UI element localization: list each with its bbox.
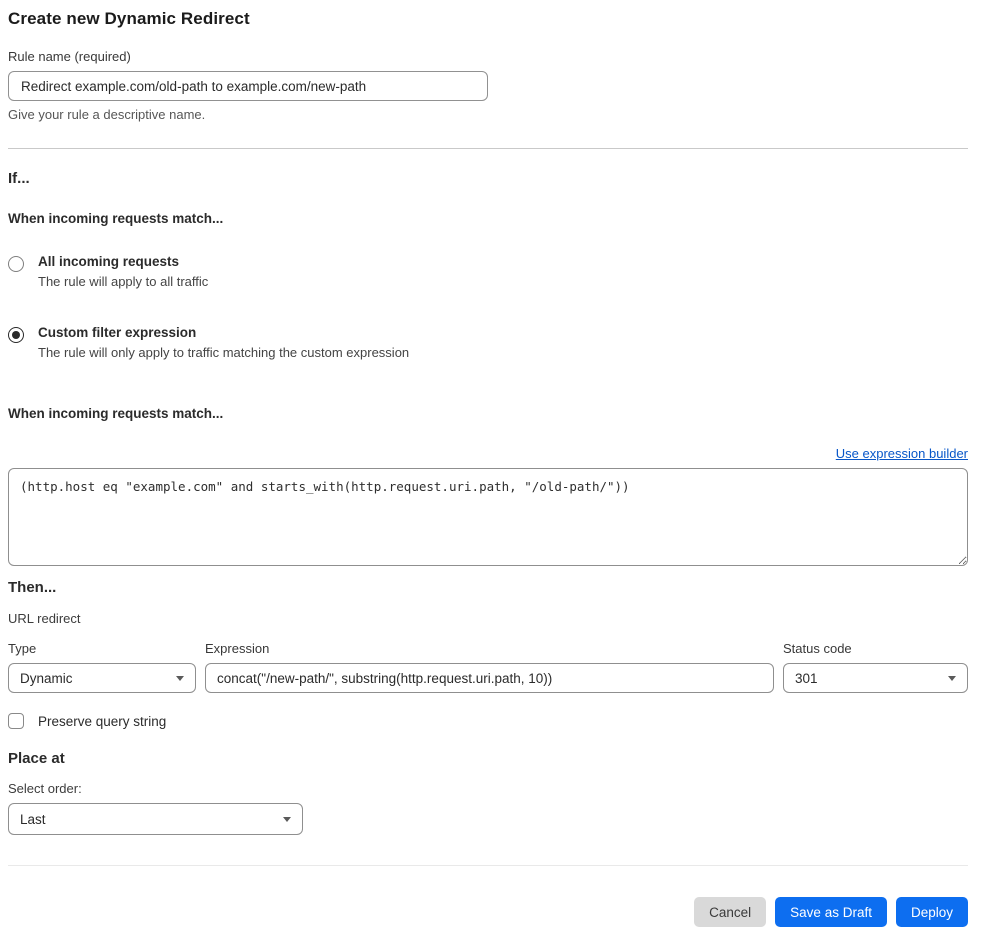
- radio-label-all-requests: All incoming requests: [38, 254, 180, 269]
- type-select[interactable]: Dynamic: [8, 663, 196, 693]
- checkbox-unchecked-icon[interactable]: [8, 713, 24, 729]
- expression-label: Expression: [205, 641, 270, 656]
- status-code-select-value: 301: [795, 670, 818, 686]
- footer-divider: [8, 865, 968, 866]
- section-divider: [8, 148, 968, 149]
- status-code-label: Status code: [783, 641, 852, 656]
- filter-expression-textarea[interactable]: (http.host eq "example.com" and starts_w…: [8, 468, 968, 566]
- rule-name-input[interactable]: [8, 71, 488, 101]
- radio-selected-icon[interactable]: [8, 327, 24, 343]
- preserve-query-string-label: Preserve query string: [38, 713, 167, 729]
- deploy-button[interactable]: Deploy: [895, 897, 968, 927]
- place-at-heading: Place at: [8, 750, 65, 767]
- radio-desc-custom-filter: The rule will only apply to traffic matc…: [38, 345, 410, 360]
- radio-option-custom-filter[interactable]: Custom filter expression The rule will o…: [8, 325, 968, 360]
- chevron-down-icon: [948, 675, 956, 681]
- footer-actions: Cancel Save as Draft Deploy: [8, 897, 968, 927]
- expression-heading: When incoming requests match...: [8, 406, 224, 421]
- redirect-expression-input[interactable]: [205, 663, 774, 693]
- use-expression-builder-link[interactable]: Use expression builder: [836, 446, 968, 461]
- type-select-value: Dynamic: [20, 670, 73, 686]
- rule-name-help: Give your rule a descriptive name.: [8, 107, 206, 122]
- order-select[interactable]: Last: [8, 803, 303, 835]
- save-as-draft-button[interactable]: Save as Draft: [775, 897, 887, 927]
- status-code-select[interactable]: 301: [783, 663, 968, 693]
- page-title: Create new Dynamic Redirect: [8, 9, 250, 28]
- create-redirect-form: Create new Dynamic Redirect Rule name (r…: [8, 9, 968, 927]
- select-order-label: Select order:: [8, 781, 82, 796]
- radio-option-all-requests[interactable]: All incoming requests The rule will appl…: [8, 254, 968, 289]
- type-label: Type: [8, 641, 37, 656]
- preserve-query-string-option[interactable]: Preserve query string: [8, 713, 968, 729]
- radio-unselected-icon[interactable]: [8, 256, 24, 272]
- chevron-down-icon: [176, 675, 184, 681]
- then-heading: Then...: [8, 579, 57, 596]
- if-heading: If...: [8, 170, 30, 187]
- chevron-down-icon: [283, 816, 291, 822]
- match-heading: When incoming requests match...: [8, 211, 224, 226]
- radio-label-custom-filter: Custom filter expression: [38, 325, 197, 340]
- url-redirect-label: URL redirect: [8, 611, 81, 626]
- order-select-value: Last: [20, 811, 46, 827]
- radio-desc-all-requests: The rule will apply to all traffic: [38, 274, 209, 289]
- cancel-button[interactable]: Cancel: [694, 897, 767, 927]
- rule-name-label: Rule name (required): [8, 49, 131, 64]
